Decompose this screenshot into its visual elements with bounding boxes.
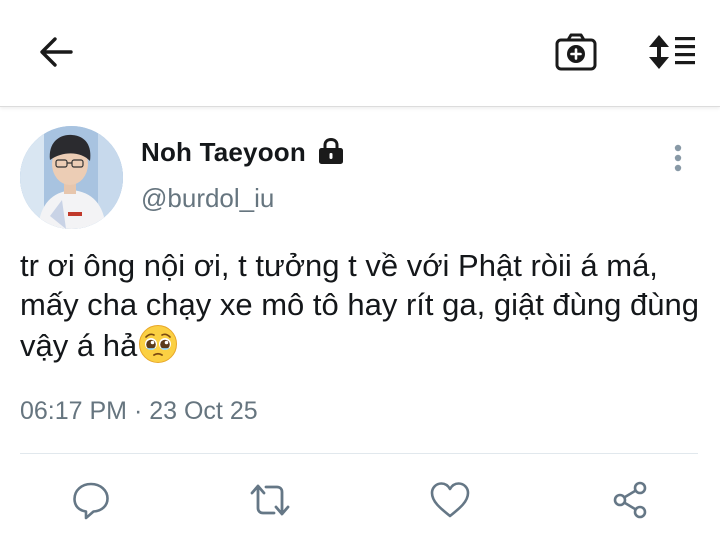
user-handle[interactable]: @burdol_iu [141,183,274,214]
camera-button[interactable] [550,28,602,76]
more-vertical-icon [674,144,682,172]
back-button[interactable] [32,30,80,74]
retweet-icon [250,484,290,516]
reply-button[interactable] [67,476,115,524]
tweet-body: tr ơi ông nội ơi, t tưởng t về với Phật … [20,248,699,363]
divider [20,453,698,454]
reply-icon [73,482,109,520]
avatar-photo [20,126,123,229]
pleading-face-emoji [138,324,178,364]
lock-icon [316,136,346,166]
camera-add-icon [555,33,597,71]
sort-list-icon [649,35,695,69]
top-app-bar [0,0,720,107]
more-options-button[interactable] [664,140,692,176]
like-button[interactable] [426,476,474,524]
display-name[interactable]: Noh Taeyoon [141,137,306,168]
tweet-text: tr ơi ông nội ơi, t tưởng t về với Phật … [20,246,710,365]
sort-options-button[interactable] [644,28,700,76]
share-button[interactable] [606,476,654,524]
like-icon [430,482,470,518]
share-icon [613,481,647,519]
avatar[interactable] [20,126,123,229]
arrow-left-icon [40,37,73,67]
tweet-timestamp: 06:17 PM · 23 Oct 25 [20,397,258,425]
retweet-button[interactable] [246,476,294,524]
